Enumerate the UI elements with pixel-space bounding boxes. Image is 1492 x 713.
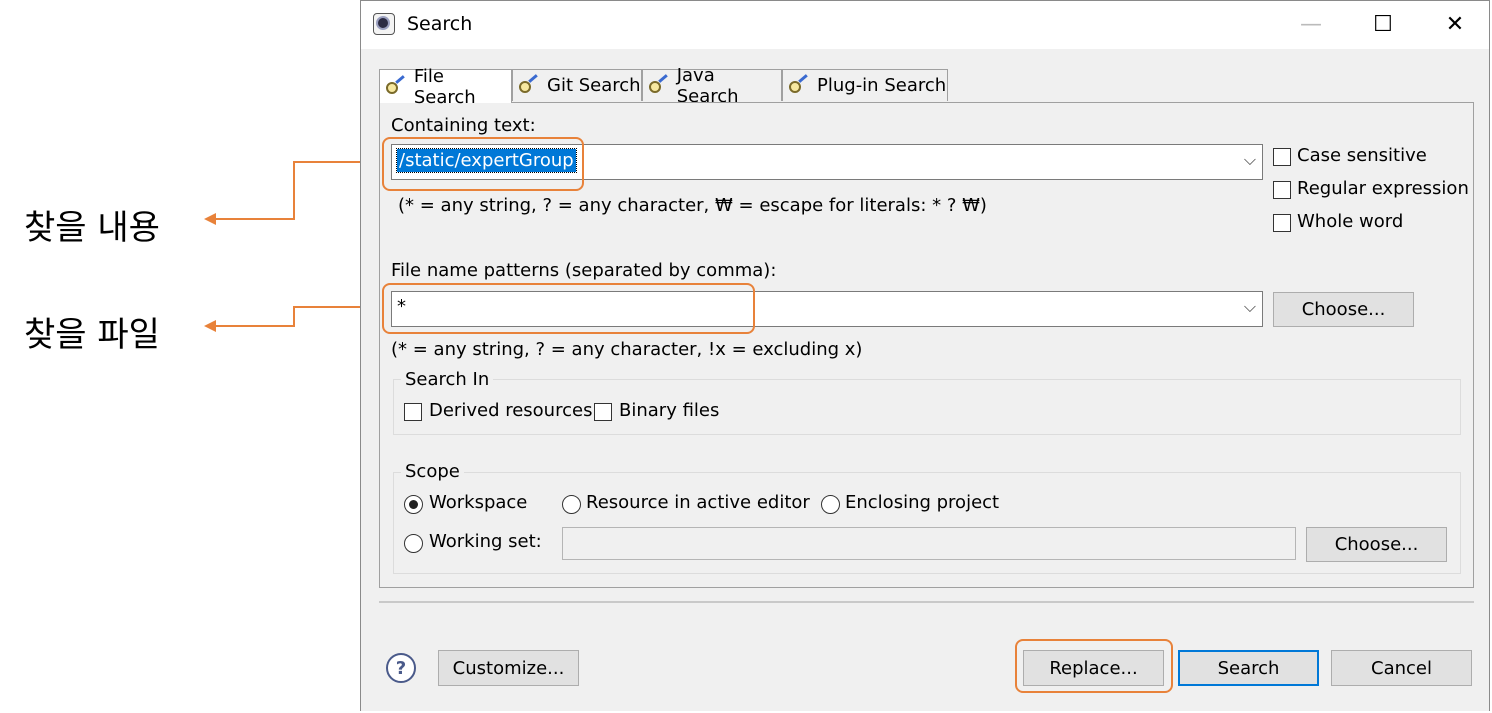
file-patterns-highlight (382, 283, 755, 334)
derived-resources-label[interactable]: Derived resources (429, 400, 592, 421)
java-search-icon (647, 75, 671, 97)
tab-file-search[interactable]: File Search (379, 66, 512, 108)
maximize-button[interactable]: ☐ (1363, 9, 1403, 39)
working-set-field[interactable] (562, 527, 1296, 560)
tab-plugin-search[interactable]: Plug-in Search (782, 69, 948, 101)
file-patterns-choose-button[interactable]: Choose... (1273, 292, 1414, 327)
annotation-arrows (204, 161, 382, 332)
help-icon[interactable]: ? (386, 653, 416, 683)
tab-java-search[interactable]: Java Search (642, 65, 782, 107)
window-title: Search (407, 13, 473, 35)
file-arrow-head (204, 320, 216, 332)
file-search-icon (384, 76, 408, 98)
file-patterns-hint: (* = any string, ? = any character, !x =… (391, 339, 863, 360)
tab-label: Java Search (676, 64, 739, 107)
whole-word-checkbox[interactable] (1273, 214, 1291, 232)
close-button[interactable]: ✕ (1435, 9, 1475, 39)
containing-text-highlight (382, 137, 584, 191)
derived-resources-checkbox[interactable] (404, 403, 422, 421)
file-arrow-line (214, 306, 382, 327)
git-search-icon (517, 75, 541, 97)
search-dialog: Search — ☐ ✕ File Search Git Search Java… (360, 0, 1490, 711)
regular-expression-label[interactable]: Regular expression (1297, 178, 1469, 199)
search-button[interactable]: Search (1178, 650, 1319, 686)
working-set-label[interactable]: Working set: (429, 531, 542, 552)
regular-expression-checkbox[interactable] (1273, 181, 1291, 199)
scope-title: Scope (401, 461, 464, 482)
workspace-radio[interactable] (404, 495, 423, 514)
minimize-icon: — (1300, 11, 1322, 37)
binary-files-checkbox[interactable] (594, 403, 612, 421)
enclosing-project-radio[interactable] (821, 495, 840, 514)
tab-label: File Search (413, 65, 476, 108)
binary-files-label[interactable]: Binary files (619, 400, 719, 421)
tab-label: Git Search (547, 75, 641, 96)
replace-button-highlight (1015, 639, 1173, 693)
working-set-choose-button[interactable]: Choose... (1306, 527, 1447, 562)
case-sensitive-checkbox[interactable] (1273, 148, 1291, 166)
cancel-button[interactable]: Cancel (1331, 650, 1472, 686)
tab-label: Plug-in Search (817, 75, 947, 96)
workspace-label[interactable]: Workspace (429, 492, 527, 513)
minimize-button[interactable]: — (1291, 9, 1331, 39)
chevron-down-icon[interactable]: ⌵ (1244, 297, 1256, 317)
containing-text-hint: (* = any string, ? = any character, ₩ = … (398, 195, 987, 216)
eclipse-icon (373, 13, 395, 35)
content-arrow-head (204, 213, 216, 225)
active-editor-label[interactable]: Resource in active editor (586, 492, 810, 513)
chevron-down-icon[interactable]: ⌵ (1244, 150, 1256, 170)
search-in-title: Search In (401, 369, 494, 390)
footer-separator (379, 601, 1474, 603)
file-patterns-label: File name patterns (separated by comma): (391, 260, 777, 281)
plugin-search-icon (787, 75, 811, 97)
content-arrow-line (214, 161, 382, 220)
whole-word-label[interactable]: Whole word (1297, 211, 1403, 232)
maximize-icon: ☐ (1373, 11, 1393, 37)
enclosing-project-label[interactable]: Enclosing project (845, 492, 999, 513)
customize-button[interactable]: Customize... (438, 650, 579, 686)
case-sensitive-label[interactable]: Case sensitive (1297, 145, 1427, 166)
tab-strip: File Search Git Search Java Search Plug-… (379, 65, 1474, 108)
title-bar: Search — ☐ ✕ (361, 1, 1489, 49)
close-icon: ✕ (1445, 11, 1465, 37)
tab-git-search[interactable]: Git Search (512, 69, 642, 101)
working-set-radio[interactable] (404, 534, 423, 553)
active-editor-radio[interactable] (562, 495, 581, 514)
containing-text-label: Containing text: (391, 115, 536, 136)
